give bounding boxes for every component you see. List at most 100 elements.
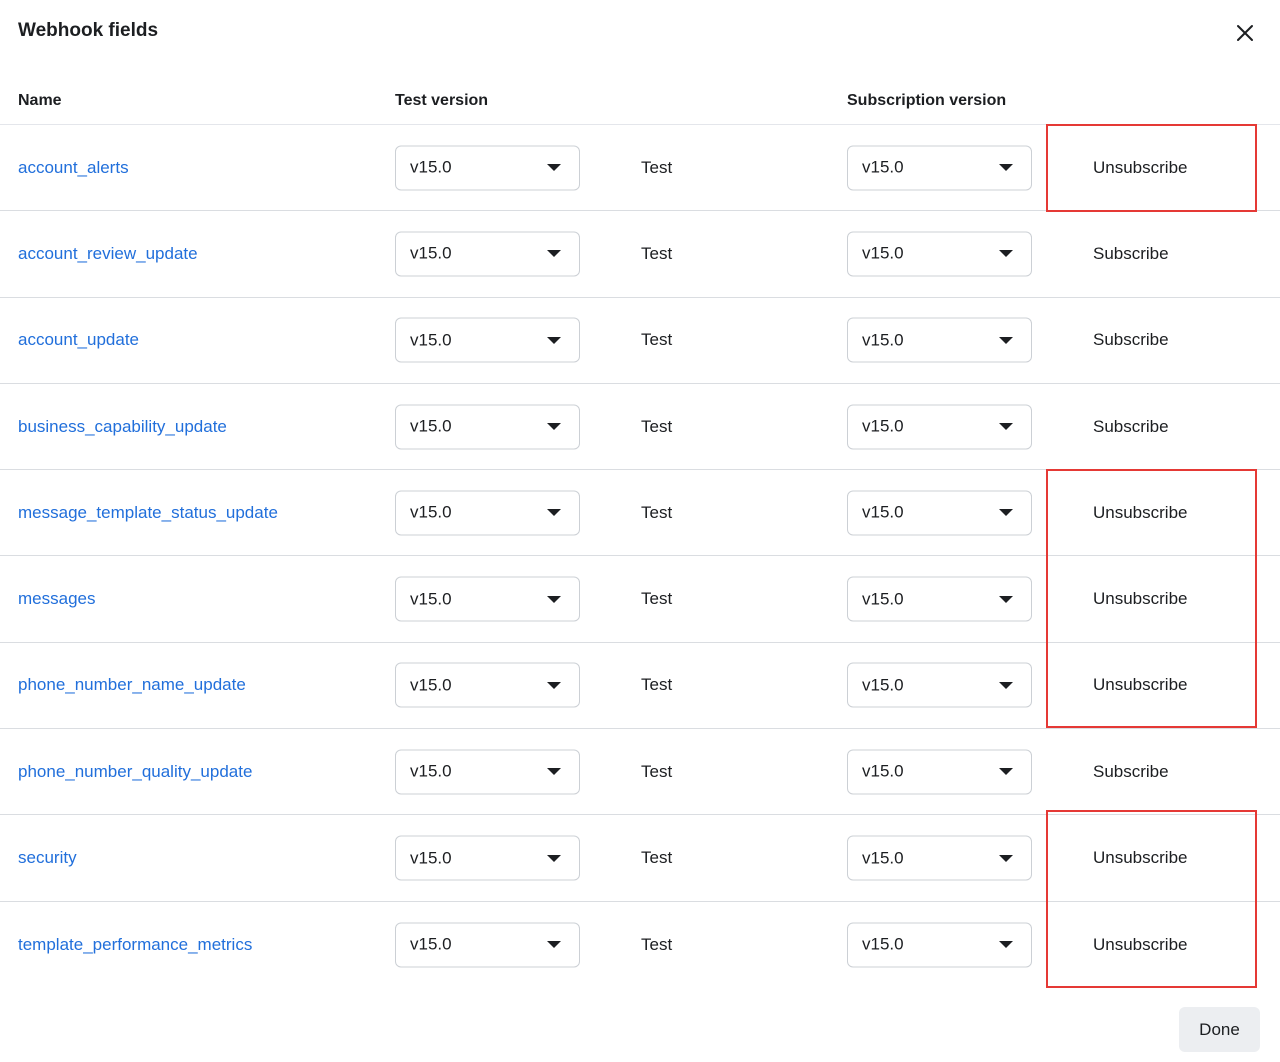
field-name-link[interactable]: template_performance_metrics	[18, 935, 252, 955]
field-name-link[interactable]: message_template_status_update	[18, 503, 278, 523]
caret-down-icon	[999, 595, 1013, 603]
table-row: phone_number_name_update v15.0 Test v15.…	[0, 643, 1280, 730]
test-version-value: v15.0	[410, 675, 452, 695]
subscribe-toggle-button[interactable]: Subscribe	[1093, 417, 1169, 437]
field-name-link[interactable]: phone_number_quality_update	[18, 762, 252, 782]
test-version-select[interactable]: v15.0	[395, 749, 580, 795]
subscription-version-select[interactable]: v15.0	[847, 317, 1032, 363]
table-row: security v15.0 Test v15.0 Unsubscribe	[0, 815, 1280, 902]
subscription-version-select[interactable]: v15.0	[847, 835, 1032, 881]
subscription-version-value: v15.0	[862, 589, 904, 609]
test-version-value: v15.0	[410, 243, 452, 263]
table-row: account_review_update v15.0 Test v15.0 S…	[0, 211, 1280, 298]
subscription-version-select[interactable]: v15.0	[847, 576, 1032, 622]
caret-down-icon	[547, 768, 561, 776]
subscription-version-value: v15.0	[862, 330, 904, 350]
test-version-value: v15.0	[410, 502, 452, 522]
subscription-version-value: v15.0	[862, 502, 904, 522]
caret-down-icon	[999, 423, 1013, 431]
caret-down-icon	[999, 681, 1013, 689]
subscribe-toggle-button[interactable]: Unsubscribe	[1093, 158, 1188, 178]
test-button[interactable]: Test	[641, 589, 672, 609]
test-version-select[interactable]: v15.0	[395, 662, 580, 708]
test-version-value: v15.0	[410, 848, 452, 868]
caret-down-icon	[547, 336, 561, 344]
caret-down-icon	[999, 768, 1013, 776]
caret-down-icon	[547, 164, 561, 172]
caret-down-icon	[999, 509, 1013, 517]
test-button[interactable]: Test	[641, 330, 672, 350]
header-test-version: Test version	[395, 92, 489, 109]
test-version-select[interactable]: v15.0	[395, 317, 580, 363]
subscribe-toggle-button[interactable]: Subscribe	[1093, 244, 1169, 264]
subscribe-toggle-button[interactable]: Unsubscribe	[1093, 848, 1188, 868]
subscription-version-value: v15.0	[862, 416, 904, 436]
subscription-version-value: v15.0	[862, 243, 904, 263]
field-name-link[interactable]: business_capability_update	[18, 417, 227, 437]
dialog-title: Webhook fields	[18, 20, 159, 41]
field-name-link[interactable]: account_update	[18, 330, 139, 350]
table-row: message_template_status_update v15.0 Tes…	[0, 470, 1280, 557]
field-name-link[interactable]: messages	[18, 589, 95, 609]
test-version-value: v15.0	[410, 934, 452, 954]
table-row: account_alerts v15.0 Test v15.0 Unsubscr…	[0, 125, 1280, 212]
field-name-link[interactable]: account_alerts	[18, 158, 129, 178]
caret-down-icon	[547, 595, 561, 603]
subscription-version-select[interactable]: v15.0	[847, 922, 1032, 968]
test-button[interactable]: Test	[641, 417, 672, 437]
test-version-select[interactable]: v15.0	[395, 576, 580, 622]
test-version-value: v15.0	[410, 330, 452, 350]
header-subscription-version: Subscription version	[847, 92, 1007, 109]
test-version-value: v15.0	[410, 416, 452, 436]
close-button[interactable]	[1228, 16, 1262, 50]
test-button[interactable]: Test	[641, 675, 672, 695]
test-version-select[interactable]: v15.0	[395, 145, 580, 191]
caret-down-icon	[547, 854, 561, 862]
caret-down-icon	[547, 509, 561, 517]
test-button[interactable]: Test	[641, 762, 672, 782]
webhook-fields-table: account_alerts v15.0 Test v15.0 Unsubscr…	[0, 125, 1280, 988]
test-button[interactable]: Test	[641, 244, 672, 264]
table-row: messages v15.0 Test v15.0 Unsubscribe	[0, 556, 1280, 643]
table-row: business_capability_update v15.0 Test v1…	[0, 384, 1280, 471]
caret-down-icon	[999, 164, 1013, 172]
test-button[interactable]: Test	[641, 503, 672, 523]
subscribe-toggle-button[interactable]: Unsubscribe	[1093, 589, 1188, 609]
table-row: template_performance_metrics v15.0 Test …	[0, 902, 1280, 988]
subscription-version-value: v15.0	[862, 934, 904, 954]
test-version-select[interactable]: v15.0	[395, 490, 580, 536]
subscription-version-value: v15.0	[862, 157, 904, 177]
subscription-version-select[interactable]: v15.0	[847, 231, 1032, 277]
close-icon	[1237, 25, 1253, 41]
subscription-version-value: v15.0	[862, 675, 904, 695]
subscription-version-select[interactable]: v15.0	[847, 145, 1032, 191]
subscription-version-select[interactable]: v15.0	[847, 662, 1032, 708]
test-version-value: v15.0	[410, 761, 452, 781]
subscribe-toggle-button[interactable]: Subscribe	[1093, 330, 1169, 350]
caret-down-icon	[999, 941, 1013, 949]
caret-down-icon	[999, 854, 1013, 862]
subscription-version-select[interactable]: v15.0	[847, 749, 1032, 795]
test-button[interactable]: Test	[641, 935, 672, 955]
table-row: account_update v15.0 Test v15.0 Subscrib…	[0, 298, 1280, 384]
test-version-select[interactable]: v15.0	[395, 404, 580, 450]
subscribe-toggle-button[interactable]: Unsubscribe	[1093, 935, 1188, 955]
field-name-link[interactable]: account_review_update	[18, 244, 198, 264]
field-name-link[interactable]: phone_number_name_update	[18, 675, 246, 695]
test-button[interactable]: Test	[641, 848, 672, 868]
subscription-version-select[interactable]: v15.0	[847, 404, 1032, 450]
test-version-select[interactable]: v15.0	[395, 231, 580, 277]
subscribe-toggle-button[interactable]: Unsubscribe	[1093, 503, 1188, 523]
subscription-version-value: v15.0	[862, 761, 904, 781]
caret-down-icon	[547, 941, 561, 949]
done-button[interactable]: Done	[1179, 1007, 1260, 1052]
test-version-select[interactable]: v15.0	[395, 922, 580, 968]
test-button[interactable]: Test	[641, 158, 672, 178]
subscribe-toggle-button[interactable]: Unsubscribe	[1093, 675, 1188, 695]
field-name-link[interactable]: security	[18, 848, 77, 868]
subscribe-toggle-button[interactable]: Subscribe	[1093, 762, 1169, 782]
subscription-version-select[interactable]: v15.0	[847, 490, 1032, 536]
table-row: phone_number_quality_update v15.0 Test v…	[0, 729, 1280, 816]
caret-down-icon	[547, 250, 561, 258]
test-version-select[interactable]: v15.0	[395, 835, 580, 881]
